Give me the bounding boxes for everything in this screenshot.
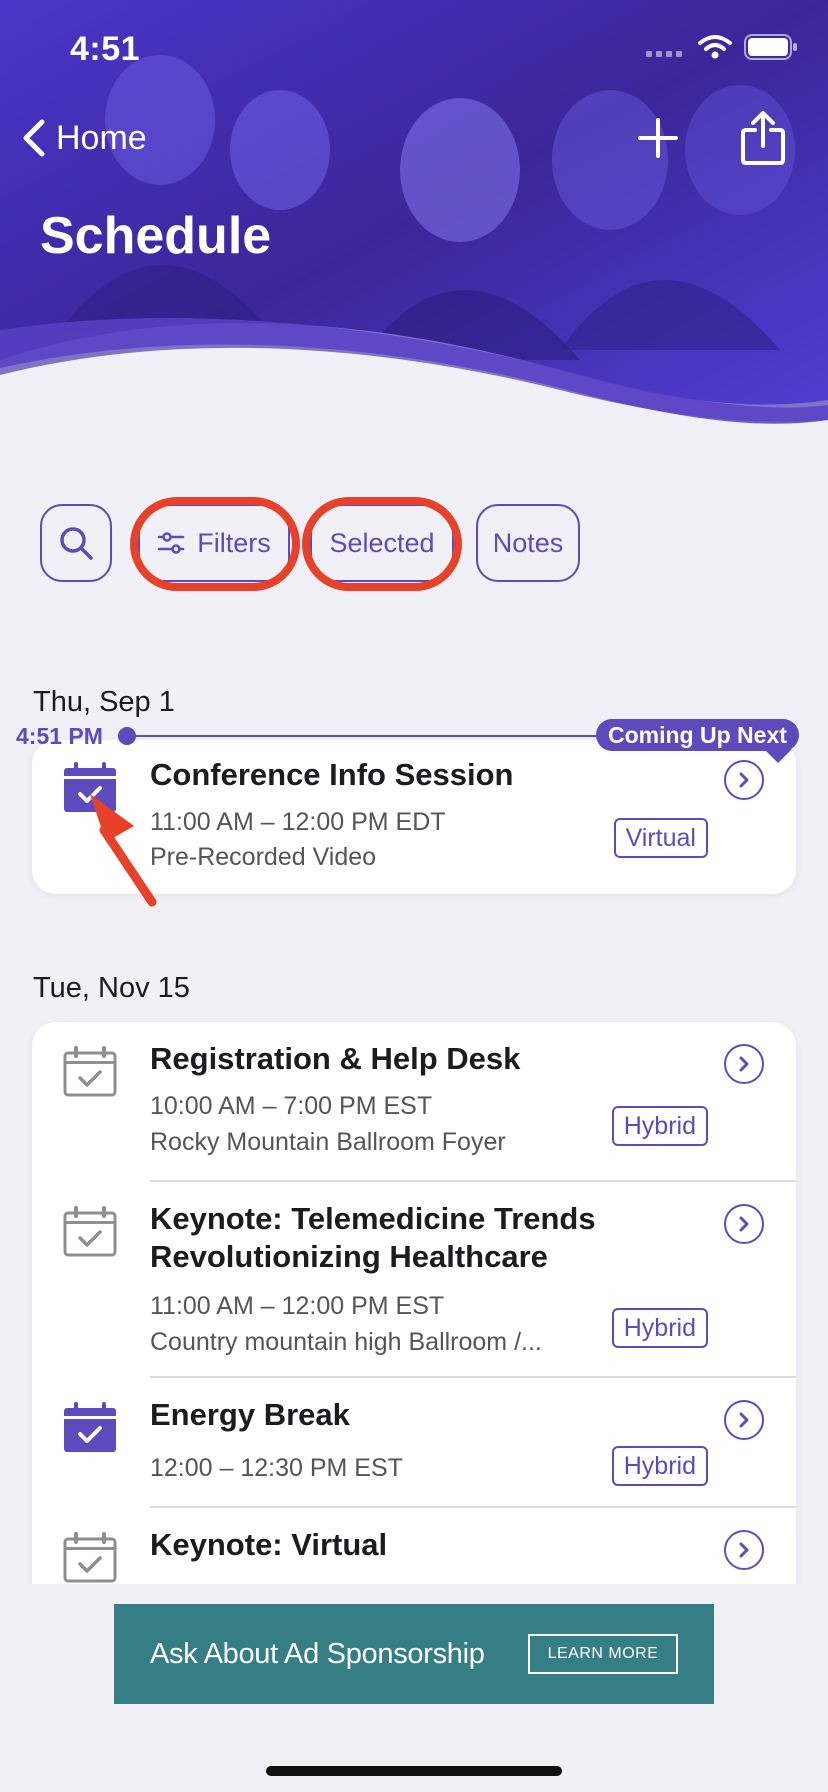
session-time: 11:00 AM – 12:00 PM EDT [150,808,446,836]
session-title: Energy Break [150,1397,350,1432]
notes-button-label: Notes [492,527,564,558]
session-time: 11:00 AM – 12:00 PM EST [150,1292,445,1320]
coming-up-next-badge: Coming Up Next [596,719,799,751]
calendar-check-icon[interactable] [62,1532,118,1584]
chevron-right-circle-icon [739,1056,749,1072]
back-button[interactable]: Home [22,118,147,158]
back-chevron-icon [23,119,45,157]
session-title: Conference Info Session [150,757,514,792]
chevron-right-circle-icon [739,1542,749,1558]
search-button[interactable] [40,504,112,582]
status-time: 4:51 [70,30,141,68]
page-title: Schedule [40,207,272,265]
day-header: Tue, Nov 15 [33,972,190,1004]
session-detail-button[interactable] [724,1044,764,1084]
wifi-icon [698,35,732,59]
ad-banner[interactable]: Ask About Ad Sponsorship LEARN MORE [114,1604,714,1704]
signal-icon [646,51,682,57]
session-row[interactable]: Registration & Help Desk 10:00 AM – 7:00… [32,1022,796,1182]
chevron-right-circle-icon [739,1412,749,1428]
session-tag: Virtual [613,818,708,858]
chevron-right-circle-icon [739,1216,749,1232]
annotation-ring-selected [302,497,462,591]
session-title: Keynote: Virtual [150,1527,388,1562]
session-time: 12:00 – 12:30 PM EST [150,1454,403,1482]
current-time-rule [130,735,600,737]
session-detail-button[interactable] [724,1400,764,1440]
learn-more-button[interactable]: LEARN MORE [528,1634,678,1674]
session-detail-button[interactable] [724,1204,764,1244]
plus-icon[interactable] [636,116,680,160]
header-banner: 4:51 Home Schedule [0,0,828,440]
search-icon [60,527,93,560]
status-icons [646,34,798,60]
session-location: Pre-Recorded Video [150,843,377,871]
calendar-check-icon[interactable] [62,1046,118,1098]
share-icon[interactable] [740,110,786,166]
session-detail-button[interactable] [724,760,764,800]
status-bar: 4:51 [0,0,828,100]
battery-icon [744,34,797,60]
back-button-label: Home [56,118,147,157]
current-time-indicator: 4:51 PM Coming Up Next [0,715,828,763]
session-title: Registration & Help Desk [150,1041,521,1076]
ad-text: Ask About Ad Sponsorship [150,1637,485,1670]
current-time-label: 4:51 PM [16,723,103,749]
session-time: 10:00 AM – 7:00 PM EST [150,1092,433,1120]
session-row[interactable]: Energy Break 12:00 – 12:30 PM EST Hybrid [32,1378,796,1508]
session-tag: Hybrid [611,1106,708,1146]
session-location: Rocky Mountain Ballroom Foyer [150,1128,506,1156]
home-indicator[interactable] [266,1766,562,1776]
annotation-arrow [90,794,157,907]
session-detail-button[interactable] [724,1530,764,1570]
day-card: Registration & Help Desk 10:00 AM – 7:00… [32,1022,796,1642]
notes-button[interactable]: Notes [476,504,580,582]
chevron-right-circle-icon [739,772,749,788]
calendar-check-icon[interactable] [62,1402,118,1454]
session-location: Country mountain high Ballroom /... [150,1328,542,1356]
calendar-check-icon[interactable] [62,1206,118,1258]
annotation-ring-filters [130,497,300,591]
session-row[interactable]: Keynote: Telemedicine Trends Revolutioni… [32,1182,796,1378]
session-tag: Hybrid [611,1446,708,1486]
session-title: Keynote: Telemedicine Trends Revolutioni… [150,1201,596,1274]
coming-up-next-caret [764,749,792,763]
session-tag: Hybrid [611,1308,708,1348]
